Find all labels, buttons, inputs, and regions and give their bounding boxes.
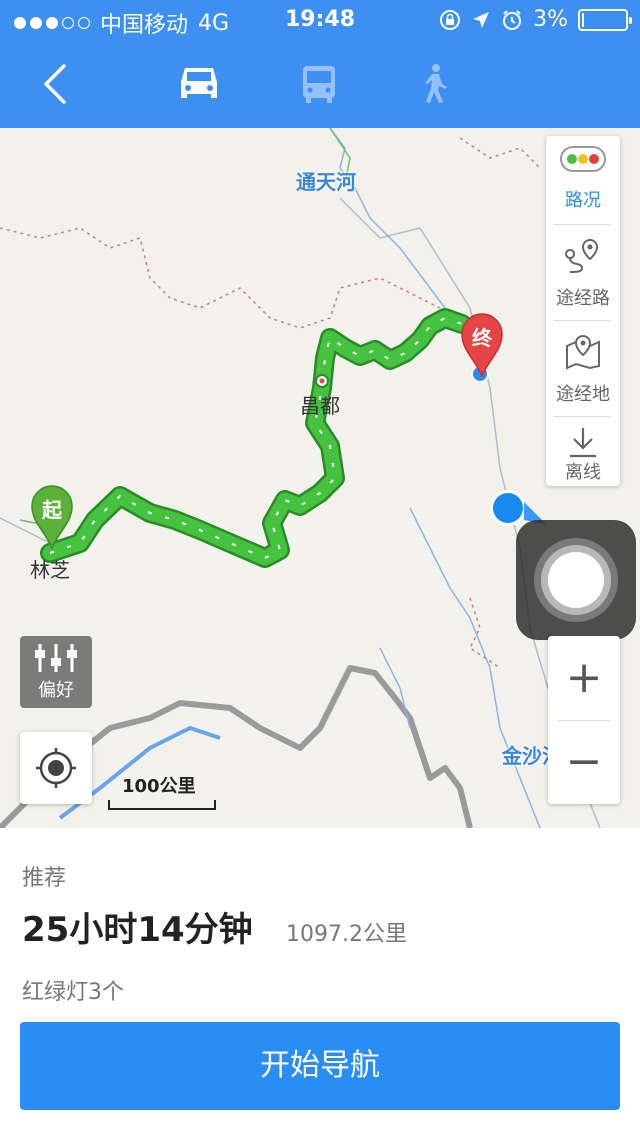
waypoint-place-button[interactable]: 途经地 <box>546 322 620 418</box>
map-label-changdu: 昌都 <box>300 394 340 418</box>
crosshair-icon <box>36 748 76 788</box>
waypoint-route-label: 途经路 <box>556 288 610 309</box>
zoom-controls: + − <box>548 636 620 804</box>
alarm-icon <box>503 9 522 30</box>
locate-me-button[interactable] <box>20 732 92 804</box>
route-waypoint-icon <box>565 238 599 273</box>
waypoint-place-label: 途经地 <box>556 384 610 405</box>
rotation-lock-icon <box>440 9 461 30</box>
preference-label: 偏好 <box>38 680 74 701</box>
traffic-label: 路况 <box>565 190 601 211</box>
route-summary-panel: 推荐 25小时14分钟 1097.2公里 红绿灯3个 开始导航 <box>0 828 640 1136</box>
waypoint-route-button[interactable]: 途经路 <box>546 226 620 322</box>
map-scale: 100公里 <box>108 772 216 810</box>
assistive-touch-button[interactable] <box>516 520 636 640</box>
header: 中国移动 4G 19:48 3% <box>0 0 640 128</box>
scale-label: 100公里 <box>122 776 196 797</box>
walk-icon[interactable] <box>412 62 458 106</box>
download-icon <box>570 428 596 458</box>
recommend-label: 推荐 <box>22 866 67 891</box>
route-distance: 1097.2公里 <box>286 922 407 947</box>
map-control-panel: 路况 途经路 途经地 离线 <box>546 136 620 486</box>
traffic-toggle-button[interactable]: 路况 <box>546 136 620 232</box>
start-pin-icon[interactable]: 起 <box>30 484 74 550</box>
route-duration: 25小时14分钟 <box>22 910 253 950</box>
bus-icon[interactable] <box>296 62 342 106</box>
preference-button[interactable]: 偏好 <box>20 636 92 708</box>
start-navigation-button[interactable]: 开始导航 <box>20 1022 620 1110</box>
map-label-linzhi: 林芝 <box>30 558 70 582</box>
map-label-tongtianhe: 通天河 <box>296 170 356 194</box>
sliders-icon <box>35 644 77 672</box>
location-arrow-icon <box>473 11 490 28</box>
end-pin-icon[interactable]: 终 <box>460 312 504 378</box>
car-icon[interactable] <box>176 62 222 106</box>
start-pin-label: 起 <box>42 498 62 522</box>
map-view[interactable]: 通天河 昌都 林芝 金沙江 起 终 <box>0 128 640 828</box>
battery-percent: 3% <box>533 7 568 32</box>
back-chevron-icon[interactable] <box>36 60 76 108</box>
map-pin-icon <box>566 334 600 370</box>
traffic-light-icon <box>560 146 606 172</box>
battery-icon <box>578 8 632 31</box>
end-pin-label: 终 <box>472 326 492 350</box>
map-canvas <box>0 128 601 828</box>
traffic-light-count: 红绿灯3个 <box>22 980 124 1005</box>
offline-button[interactable]: 离线 <box>546 418 620 486</box>
zoom-out-button[interactable]: − <box>548 720 620 804</box>
offline-label: 离线 <box>565 462 601 483</box>
zoom-in-button[interactable]: + <box>548 636 620 720</box>
status-bar: 中国移动 4G 19:48 3% <box>0 0 640 40</box>
transport-mode-bar <box>0 40 640 128</box>
